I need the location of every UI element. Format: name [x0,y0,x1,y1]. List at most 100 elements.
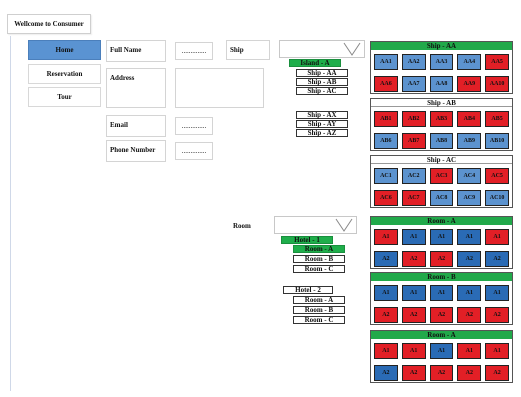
panel-title: Room - A [371,217,512,225]
seat-cell[interactable]: A2 [374,307,398,323]
hotel-1-room-c[interactable]: Room - C [293,265,345,273]
seat-cell[interactable]: AA10 [485,76,509,92]
seat-cell[interactable]: A2 [374,365,398,381]
seat-cell[interactable]: AB5 [485,111,509,127]
email-field[interactable]: .............. [175,117,213,135]
seat-cell[interactable]: A1 [374,285,398,301]
hotel-1-option[interactable]: Hotel - 1 [281,236,333,244]
ship-option-az[interactable]: Ship - AZ [296,129,348,137]
seat-cell[interactable]: AC4 [457,168,482,184]
seat-cell[interactable]: A2 [429,365,454,381]
seat-panel: Room - B A1 A1 A1 A1 A1 A2 A2 A2 A2 A2 [370,272,513,325]
seat-panel: Room - A A1 A1 A1 A1 A1 A2 A2 A2 A2 A2 [370,330,513,383]
seat-cell[interactable]: AA9 [457,76,482,92]
hotel-2-room-b[interactable]: Room - B [293,306,345,314]
seat-cell[interactable]: A1 [457,285,482,301]
seat-cell[interactable]: A1 [485,229,509,245]
address-field[interactable] [175,68,264,108]
seat-cell[interactable]: A1 [457,229,482,245]
seat-cell[interactable]: AA5 [485,54,509,70]
seat-cell[interactable]: AA2 [401,54,426,70]
seat-cell[interactable]: AC3 [429,168,454,184]
full-name-label: Full Name [106,40,166,62]
seat-cell[interactable]: AA3 [429,54,454,70]
panel-title: Ship - AA [371,42,512,50]
hotel-2-room-c[interactable]: Room - C [293,316,345,324]
ship-label: Ship [226,40,270,60]
seat-cell[interactable]: A1 [401,343,426,359]
seat-cell[interactable]: A2 [457,251,482,267]
seat-cell[interactable]: A2 [401,307,426,323]
seat-cell[interactable]: AB10 [485,133,509,149]
seat-cell[interactable]: A2 [457,365,482,381]
seat-cell[interactable]: AA4 [457,54,482,70]
seat-cell[interactable]: A2 [485,307,509,323]
hotel-1-room-b[interactable]: Room - B [293,255,345,263]
chevron-down-icon [335,218,353,232]
seat-cell[interactable]: AA8 [429,76,454,92]
seat-cell[interactable]: A2 [374,251,398,267]
seat-cell[interactable]: AC5 [485,168,509,184]
seat-panel: Ship - AA AA1 AA2 AA3 AA4 AA5 AA6 AA7 AA8 AA9 AA10 [370,41,513,94]
ship-option-aa[interactable]: Ship - AA [296,69,348,77]
seat-cell[interactable]: A1 [429,343,454,359]
seat-cell[interactable]: A2 [485,365,509,381]
seat-cell[interactable]: A2 [429,251,454,267]
seat-cell[interactable]: A2 [485,251,509,267]
room-dropdown[interactable] [274,216,357,234]
seat-cell[interactable]: AB9 [457,133,482,149]
address-label: Address [106,68,166,108]
seat-cell[interactable]: A2 [457,307,482,323]
hotel-1-room-a[interactable]: Room - A [293,245,345,253]
hotel-2-room-a[interactable]: Room - A [293,296,345,304]
seat-cell[interactable]: AC7 [401,190,426,206]
seat-cell[interactable]: AC2 [401,168,426,184]
seat-cell[interactable]: A1 [374,229,398,245]
ship-option-ay[interactable]: Ship - AY [296,120,348,128]
seat-cell[interactable]: AC9 [457,190,482,206]
ship-option-ac[interactable]: Ship - AC [296,87,348,95]
seat-cell[interactable]: A1 [485,285,509,301]
seat-cell[interactable]: AC6 [374,190,398,206]
seat-cell[interactable]: AB1 [374,111,398,127]
ship-option-ab[interactable]: Ship - AB [296,78,348,86]
hotel-2-option[interactable]: Hotel - 2 [283,286,333,294]
seat-cell[interactable]: AC10 [485,190,509,206]
panel-title: Room - A [371,331,512,339]
seat-cell[interactable]: A1 [457,343,482,359]
seat-cell[interactable]: AB3 [429,111,454,127]
nav-home-button[interactable]: Home [28,40,101,60]
seat-cell[interactable]: A1 [374,343,398,359]
chevron-down-icon [343,42,361,56]
seat-cell[interactable]: AA1 [374,54,398,70]
seat-cell[interactable]: A2 [401,365,426,381]
seat-cell[interactable]: A2 [401,251,426,267]
panel-title: Ship - AB [371,99,512,107]
seat-cell[interactable]: AA6 [374,76,398,92]
phone-number-field[interactable]: .............. [175,142,213,160]
ship-option-island-a[interactable]: Island - A [289,59,341,67]
seat-cell[interactable]: A1 [401,285,426,301]
seat-panel: Room - A A1 A1 A1 A1 A1 A2 A2 A2 A2 A2 [370,216,513,269]
seat-cell[interactable]: AB4 [457,111,482,127]
seat-cell[interactable]: A1 [401,229,426,245]
seat-cell[interactable]: AB2 [401,111,426,127]
seat-cell[interactable]: AB7 [401,133,426,149]
nav-reservation-button[interactable]: Reservation [28,64,101,84]
seat-cell[interactable]: AA7 [401,76,426,92]
nav-tour-button[interactable]: Tour [28,87,101,107]
seat-cell[interactable]: A1 [429,285,454,301]
seat-cell[interactable]: A2 [429,307,454,323]
seat-cell[interactable]: AC8 [429,190,454,206]
seat-cell[interactable]: AB8 [429,133,454,149]
seat-cell[interactable]: A1 [429,229,454,245]
seat-cell[interactable]: AB6 [374,133,398,149]
seat-cell[interactable]: A1 [485,343,509,359]
ship-dropdown[interactable] [279,40,365,58]
left-divider-line [10,36,11,391]
seat-cell[interactable]: AC1 [374,168,398,184]
page-title: Wellcome to Consumer [7,14,91,34]
full-name-field[interactable]: .............. [175,42,213,60]
ship-option-ax[interactable]: Ship - AX [296,111,348,119]
panel-title: Ship - AC [371,156,512,164]
